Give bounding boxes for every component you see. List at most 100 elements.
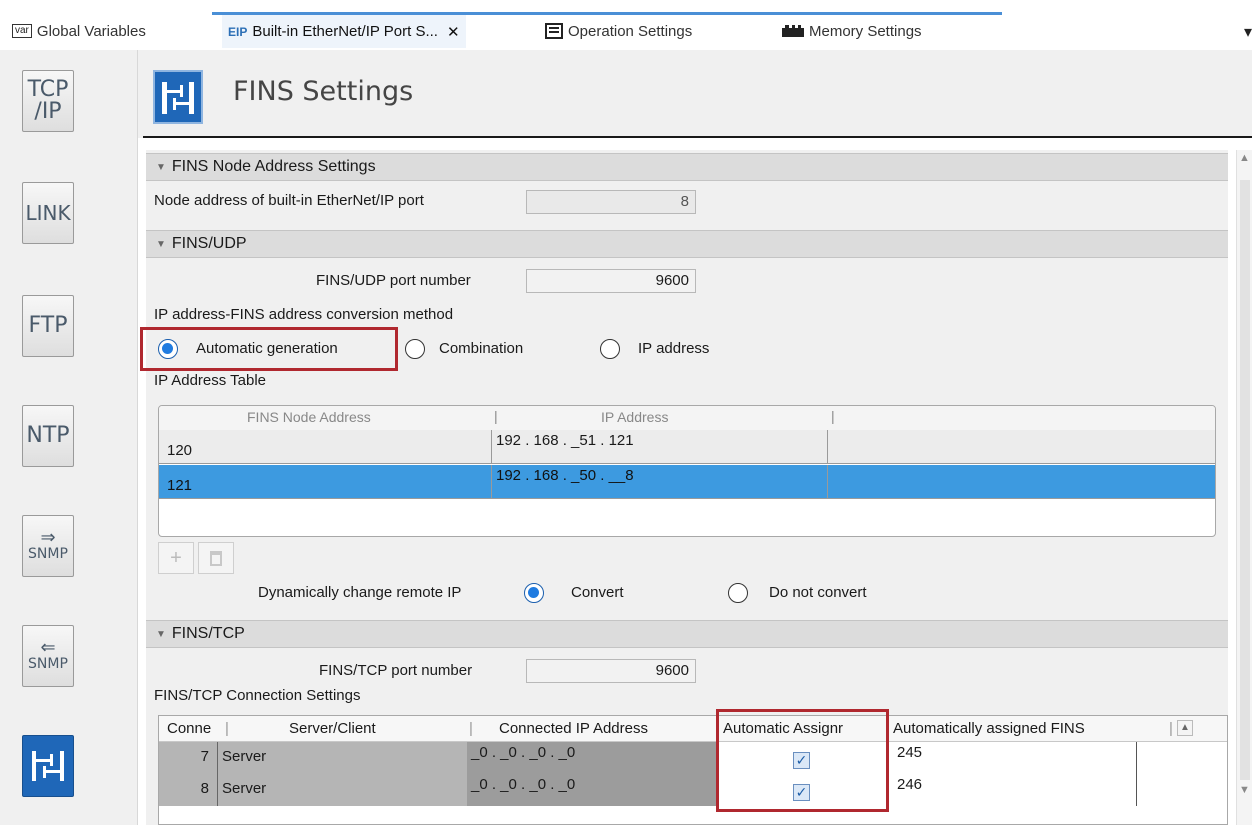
tab-label: Built-in EtherNet/IP Port S... [252,23,438,40]
section-fins-udp[interactable]: ▼ FINS/UDP [146,230,1228,258]
column-ip-address: IP Address [601,409,669,425]
radio-convert[interactable] [524,583,544,603]
cell-assigned-fins: 245 [893,742,1137,774]
table-row[interactable]: 120 192 . 168 . _51 . 121 [159,430,1215,464]
scroll-down-icon[interactable]: ▼ [1238,784,1251,804]
sidebar-item-tcpip[interactable]: TCP /IP [22,70,74,132]
sidebar-item-ntp[interactable]: NTP [22,405,74,467]
sidebar-item-link[interactable]: LINK [22,182,74,244]
tcpip-icon-bottom: /IP [34,99,62,124]
ip-address-table: FINS Node Address | IP Address | 120 192… [158,405,1216,537]
do-not-convert-label: Do not convert [769,584,867,601]
operation-settings-icon [545,23,563,39]
column-separator: | [1169,720,1173,737]
tab-memory-settings[interactable]: Memory Settings [782,14,922,48]
cell-empty [828,430,1215,464]
ip-table-header: FINS Node Address | IP Address | [159,406,1215,430]
fins-settings-icon [153,70,203,124]
cell-assigned-fins: 246 [893,774,1137,806]
radio-combination[interactable] [405,339,425,359]
cell-server-client[interactable]: Server [217,742,467,774]
sidebar-item-ftp[interactable]: FTP [22,295,74,357]
tcpip-icon-top: TCP [27,77,69,102]
scroll-thumb[interactable] [1240,180,1250,780]
cell-connected-ip[interactable]: _0 . _0 . _0 . _0 [467,774,717,806]
node-address-label: Node address of built-in EtherNet/IP por… [154,192,424,209]
document-tab-bar: var Global Variables EIP Built-in EtherN… [0,0,1252,50]
scroll-up-icon[interactable]: ▲ [1238,152,1251,172]
variables-icon: var [12,24,32,38]
section-node-address[interactable]: ▼ FINS Node Address Settings [146,153,1228,181]
cell-connection: 8 [159,774,217,806]
column-connection: Conne [167,720,212,737]
snmp-trap-arrow-icon: ⇐ [40,637,56,658]
highlight-box-auto-assign [716,709,889,812]
fins-icon [30,749,66,783]
collapse-triangle-icon: ▼ [156,628,166,640]
column-fins-node-address: FINS Node Address [247,409,371,425]
collapse-triangle-icon: ▼ [156,238,166,250]
section-title: FINS/UDP [171,235,247,252]
ip-table-label: IP Address Table [154,372,267,389]
collapse-triangle-icon: ▼ [156,161,166,173]
page-header: FINS Settings [138,50,1252,138]
sidebar-item-fins[interactable] [22,735,74,797]
column-assigned-fins: Automatically assigned FINS [893,720,1085,737]
cell-node: 120 [159,430,492,464]
ip-address-option-label: IP address [638,340,710,357]
settings-category-sidebar: TCP /IP LINK FTP NTP ⇒ SNMP ⇐ SNMP [0,50,138,825]
add-row-button[interactable]: + [158,542,194,574]
tcp-table-header: Conne | Server/Client | Connected IP Add… [159,716,1227,742]
convert-label: Convert [571,584,624,601]
highlight-box-conversion [140,327,398,371]
snmp-trap-label: SNMP [28,656,68,672]
delete-row-button[interactable] [198,542,234,574]
conversion-method-label: IP address-FINS address conversion metho… [154,306,454,323]
cell-ip[interactable]: 192 . 168 . _50 . __8 [492,465,828,499]
section-title: FINS/TCP [171,625,245,642]
tab-global-variables[interactable]: var Global Variables [12,14,146,48]
radio-do-not-convert[interactable] [728,583,748,603]
sidebar-item-snmp[interactable]: ⇒ SNMP [22,515,74,577]
ethernet-ip-icon: EIP [228,24,248,39]
tcp-port-label: FINS/TCP port number [319,662,473,679]
snmp-label: SNMP [28,546,68,562]
ftp-icon: FTP [28,313,68,338]
column-connected-ip: Connected IP Address [499,720,648,737]
tcp-connection-table: Conne | Server/Client | Connected IP Add… [158,715,1228,825]
section-fins-tcp[interactable]: ▼ FINS/TCP [146,620,1228,648]
cell-node: 121 [159,465,492,499]
plus-icon: + [170,546,182,569]
table-row-selected[interactable]: 121 192 . 168 . _50 . __8 [159,465,1215,499]
table-row[interactable]: 8 Server _0 . _0 . _0 . _0 ✓ 246 [159,774,1227,806]
tcp-port-field[interactable]: 9600 [526,659,696,683]
cell-empty [828,465,1215,499]
udp-port-field[interactable]: 9600 [526,269,696,293]
vertical-scrollbar[interactable]: ▲ ▼ [1236,150,1252,825]
tab-ethernet-ip-port[interactable]: EIP Built-in EtherNet/IP Port S... ✕ [222,15,466,48]
radio-ip-address[interactable] [600,339,620,359]
tab-operation-settings[interactable]: Operation Settings [545,14,692,48]
snmp-arrow-icon: ⇒ [40,527,56,548]
cell-connected-ip[interactable]: _0 . _0 . _0 . _0 [467,742,717,774]
cell-ip[interactable]: 192 . 168 . _51 . 121 [492,430,828,464]
remote-ip-label: Dynamically change remote IP [258,584,462,601]
ntp-icon: NTP [26,423,70,448]
link-icon: LINK [25,201,71,225]
close-icon[interactable]: ✕ [447,23,460,41]
tab-overflow-icon[interactable]: ▾ [1244,22,1252,42]
header-divider [143,136,1252,138]
table-scroll-up-icon[interactable]: ▲ [1177,720,1193,736]
tab-label: Global Variables [36,22,146,40]
column-server-client: Server/Client [289,720,376,737]
column-separator: | [225,720,229,737]
sidebar-item-snmp-trap[interactable]: ⇐ SNMP [22,625,74,687]
section-title: FINS Node Address Settings [171,158,376,175]
fins-settings-panel: ▼ FINS Node Address Settings Node addres… [140,150,1228,825]
table-row[interactable]: 7 Server _0 . _0 . _0 . _0 ✓ 245 [159,742,1227,774]
column-separator: | [494,408,498,424]
cell-connection: 7 [159,742,217,774]
udp-port-label: FINS/UDP port number [316,272,471,289]
column-separator: | [831,408,835,424]
cell-server-client[interactable]: Server [217,774,467,806]
